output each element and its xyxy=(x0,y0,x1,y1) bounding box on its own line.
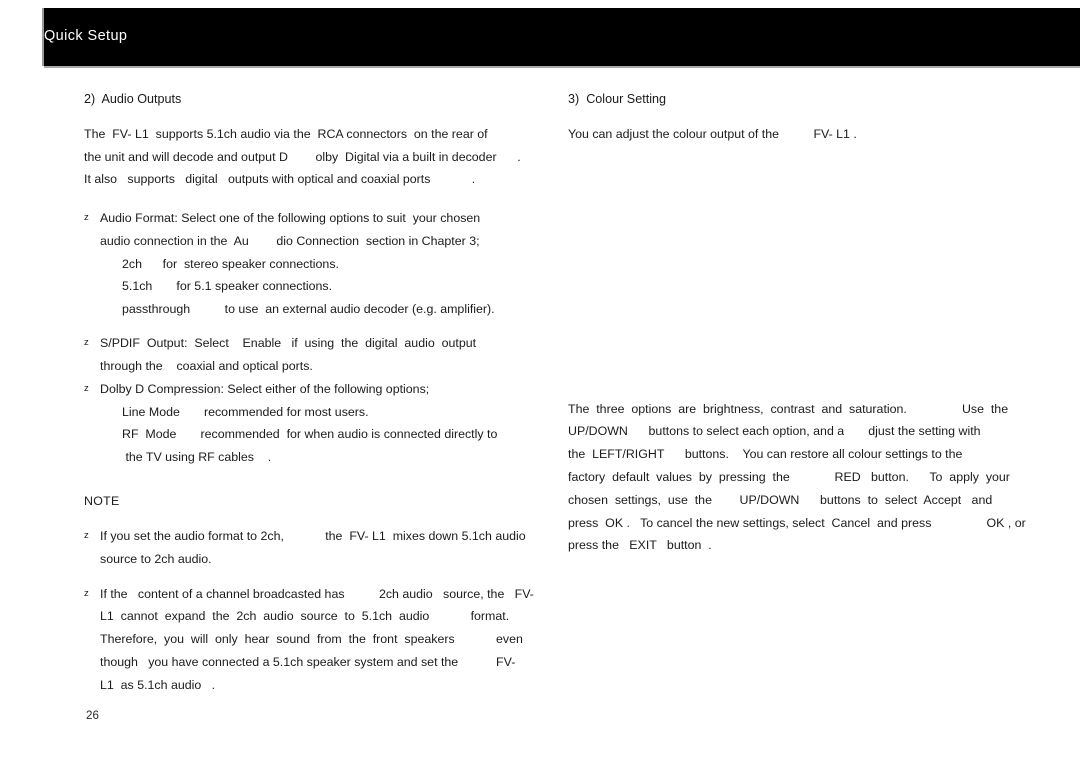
paragraph-line: factory default values by pressing the R… xyxy=(568,469,1010,484)
paragraph-line: The FV- L1 supports 5.1ch audio via the … xyxy=(84,126,488,141)
paragraph-line: chosen settings, use the UP/DOWN buttons… xyxy=(568,492,993,507)
paragraph-line: press OK . To cancel the new settings, s… xyxy=(568,515,1026,530)
note-heading: NOTE xyxy=(84,494,120,509)
paragraph-line: the unit and will decode and output D ol… xyxy=(84,149,521,164)
list-item-line: S/PDIF Output: Select Enable if using th… xyxy=(100,336,477,351)
left-section-heading: 2) Audio Outputs xyxy=(84,92,182,106)
note-line: Therefore, you will only hear sound from… xyxy=(100,632,523,647)
right-column: 3) Colour Setting You can adjust the col… xyxy=(568,66,1026,558)
left-intro-paragraph: The FV- L1 supports 5.1ch audio via the … xyxy=(84,123,521,191)
note-list-item: z If the content of a channel broadcaste… xyxy=(84,583,534,697)
sub-option: 5.1ch for 5.1 speaker connections. xyxy=(122,279,333,294)
page-content: 2) Audio Outputs The FV- L1 supports 5.1… xyxy=(0,66,1080,759)
note-line: L1 as 5.1ch audio . xyxy=(100,677,216,692)
note-line: If the content of a channel broadcasted … xyxy=(100,586,534,601)
page-header-bar xyxy=(44,8,1080,66)
page-number: 26 xyxy=(86,709,99,722)
list-item-line: Audio Format: Select one of the followin… xyxy=(100,211,481,226)
right-body-paragraph: The three options are brightness, contra… xyxy=(568,398,1026,558)
page-title: Quick Setup xyxy=(44,28,128,44)
right-section-heading: 3) Colour Setting xyxy=(568,92,667,106)
sub-option: the TV using RF cables . xyxy=(122,449,272,464)
list-item-line: through the coaxial and optical ports. xyxy=(100,359,313,374)
list-item: z S/PDIF Output: Select Enable if using … xyxy=(84,332,496,378)
paragraph-line: press the EXIT button . xyxy=(568,538,712,553)
paragraph-line: UP/DOWN buttons to select each option, a… xyxy=(568,424,981,439)
note-line: though you have connected a 5.1ch speake… xyxy=(100,654,516,669)
bullet-marker-icon: z xyxy=(84,529,89,541)
sub-option-list: 2ch for stereo speaker connections. 5.1c… xyxy=(84,253,496,321)
paragraph-line: the LEFT/RIGHT buttons. You can restore … xyxy=(568,447,963,462)
bullet-marker-icon: z xyxy=(84,587,89,599)
note-line: L1 cannot expand the 2ch audio source to… xyxy=(100,609,510,624)
note-line: source to 2ch audio. xyxy=(100,551,212,566)
paragraph-line: It also supports digital outputs with op… xyxy=(84,172,476,187)
paragraph-line: You can adjust the colour output of the … xyxy=(568,126,857,141)
note-list-item: z If you set the audio format to 2ch, th… xyxy=(84,525,526,571)
sub-option-list: Line Mode recommended for most users. RF… xyxy=(84,401,498,469)
list-item: z Dolby D Compression: Select either of … xyxy=(84,378,496,401)
sub-option: 2ch for stereo speaker connections. xyxy=(122,256,339,271)
left-column: 2) Audio Outputs The FV- L1 supports 5.1… xyxy=(84,66,534,697)
figure-placeholder xyxy=(568,145,980,398)
list-item: z Audio Format: Select one of the follow… xyxy=(84,207,496,253)
bullet-marker-icon: z xyxy=(84,337,89,349)
list-item-line: Dolby D Compression: Select either of th… xyxy=(100,381,430,396)
bullet-marker-icon: z xyxy=(84,382,89,394)
sub-option: passthrough to use an external audio dec… xyxy=(122,301,495,316)
paragraph-line: The three options are brightness, contra… xyxy=(568,401,1009,416)
sub-option: RF Mode recommended for when audio is co… xyxy=(122,427,498,442)
right-intro-paragraph: You can adjust the colour output of the … xyxy=(568,123,980,146)
list-item-line: audio connection in the Au dio Connectio… xyxy=(100,233,480,248)
note-line: If you set the audio format to 2ch, the … xyxy=(100,528,526,543)
sub-option: Line Mode recommended for most users. xyxy=(122,404,369,419)
bullet-marker-icon: z xyxy=(84,212,89,224)
